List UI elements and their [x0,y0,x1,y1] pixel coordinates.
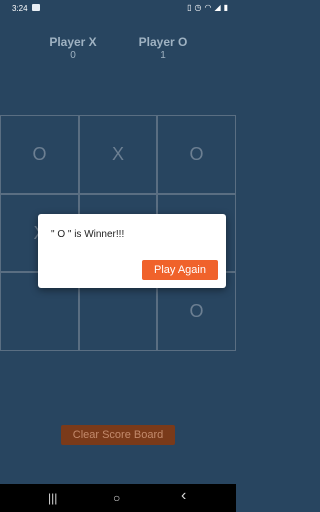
winner-message: " O " is Winner!!! [51,229,125,240]
navigation-bar: ||| ○ ‹ [0,484,236,512]
recents-icon[interactable]: ||| [48,491,57,505]
home-icon[interactable]: ○ [113,491,120,505]
play-again-button[interactable]: Play Again [142,260,218,280]
winner-dialog: " O " is Winner!!! Play Again [38,214,226,288]
back-icon[interactable]: ‹ [181,488,186,504]
